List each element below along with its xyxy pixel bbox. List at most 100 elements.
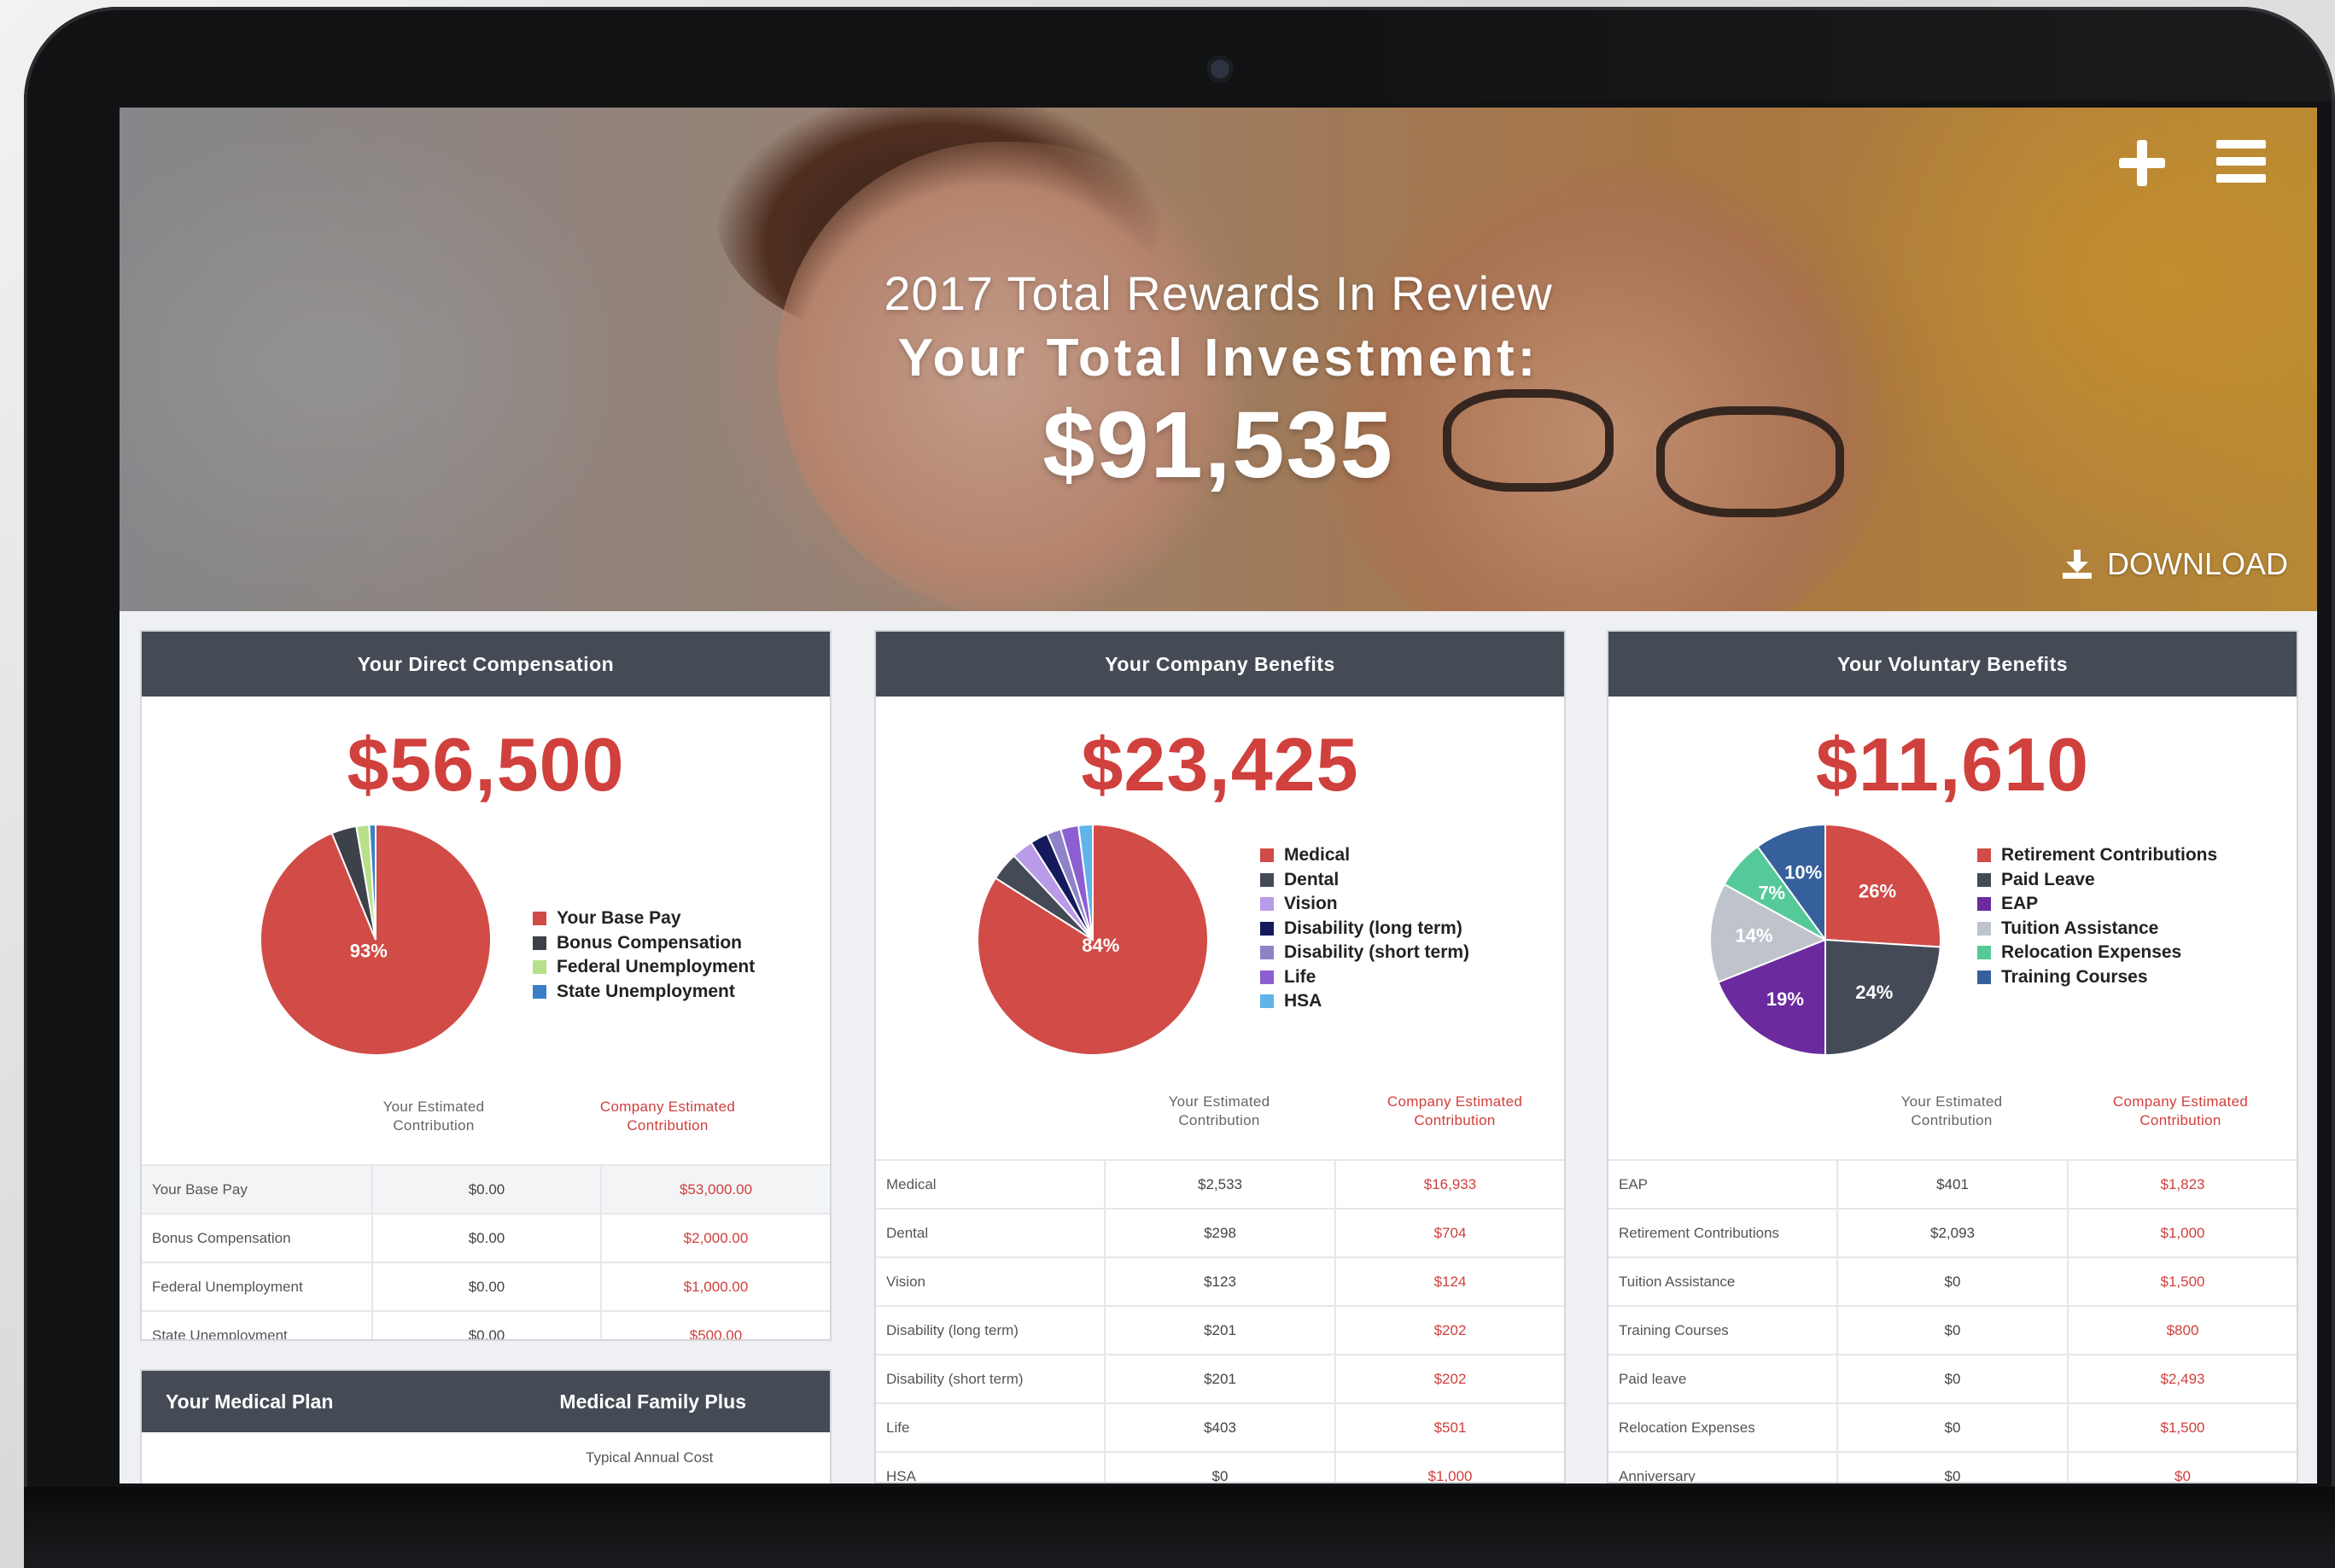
legend-item-eap: EAP: [1977, 892, 2217, 917]
legend-item-federal-unemployment: Federal Unemployment: [533, 955, 755, 980]
chart-area: 93% Your Base Pay Bonus Compensation Feder…: [142, 816, 830, 1064]
row-label: Disability (short term): [876, 1354, 1105, 1403]
bezel-reflection: [1311, 7, 2335, 101]
table-row: Tuition Assistance $0 $1,500: [1608, 1256, 2297, 1306]
legend-swatch: [533, 984, 546, 999]
company-contribution-value: $704: [1334, 1208, 1564, 1257]
legend-item-relocation-expenses: Relocation Expenses: [1977, 941, 2217, 965]
direct-compensation-card: Your Direct Compensation $56,500 93% You…: [140, 630, 832, 1341]
medical-plan-title: Your Medical Plan: [166, 1390, 334, 1413]
table-row: Training Courses $0 $800: [1608, 1305, 2297, 1355]
download-label: DOWNLOAD: [2106, 546, 2288, 581]
legend-swatch: [1260, 848, 1274, 863]
your-contribution-value: $401: [1836, 1159, 2068, 1209]
voluntary-benefits-table: EAP $401 $1,823 Retirement Contributions $2,…: [1608, 1159, 2297, 1482]
company-contribution-value: $2,000.00: [600, 1213, 830, 1262]
legend-swatch: [1260, 970, 1274, 984]
legend-item-your-base-pay: Your Base Pay: [533, 906, 755, 931]
legend-item-disability-long-term: Disability (long term): [1260, 917, 1469, 941]
plus-icon[interactable]: [2119, 140, 2165, 186]
legend-swatch: [1977, 970, 1991, 984]
row-label: HSA: [876, 1451, 1105, 1482]
legend-label: Federal Unemployment: [557, 957, 756, 976]
company-contribution-value: $1,000: [1334, 1451, 1564, 1482]
your-contribution-header: Your Estimated Contribution: [382, 1099, 485, 1134]
company-contribution-value: $53,000.00: [600, 1164, 830, 1214]
legend-label: Your Base Pay: [557, 908, 681, 928]
row-label: Bonus Compensation: [142, 1213, 372, 1262]
download-button[interactable]: DOWNLOAD: [2062, 546, 2288, 582]
chart-legend: Retirement Contributions Paid Leave EAP Tui…: [1977, 843, 2217, 989]
your-contribution-value: $201: [1104, 1354, 1335, 1403]
table-row: Disability (long term) $201 $202: [876, 1305, 1564, 1355]
table-row: Your Base Pay $0.00 $53,000.00: [142, 1164, 830, 1214]
legend-item-paid-leave: Paid Leave: [1977, 868, 2217, 893]
voluntary-benefits-card: Your Voluntary Benefits $11,610 26% 24% 19…: [1607, 630, 2298, 1483]
total-investment-amount: $91,535: [1042, 393, 1394, 498]
company-contribution-value: $1,500: [2067, 1256, 2297, 1306]
medical-plan-header: Your Medical Plan Medical Family Plus: [142, 1371, 830, 1432]
legend-label: Paid Leave: [2001, 869, 2095, 889]
your-contribution-value: $2,533: [1104, 1159, 1335, 1209]
legend-swatch: [1977, 921, 1991, 936]
company-contribution-value: $124: [1334, 1256, 1564, 1306]
direct-compensation-table: Your Base Pay $0.00 $53,000.00 Bonus Compen…: [142, 1164, 830, 1339]
table-row: Paid leave $0 $2,493: [1608, 1354, 2297, 1403]
legend-label: Disability (long term): [1284, 918, 1462, 938]
legend-swatch: [1260, 897, 1274, 912]
legend-swatch: [1260, 921, 1274, 936]
legend-swatch: [1977, 872, 1991, 887]
legend-label: Relocation Expenses: [2001, 942, 2182, 962]
legend-label: Disability (short term): [1284, 942, 1470, 962]
table-row: Dental $298 $704: [876, 1208, 1564, 1257]
row-label: Anniversary: [1608, 1451, 1837, 1482]
table-row: Disability (short term) $201 $202: [876, 1354, 1564, 1403]
download-icon: [2062, 550, 2092, 579]
legend-swatch: [1260, 946, 1274, 960]
row-label: Paid leave: [1608, 1354, 1837, 1403]
table-row: Life $403 $501: [876, 1402, 1564, 1452]
legend-swatch: [1977, 946, 1991, 960]
company-benefits-card: Your Company Benefits $23,425 84% Medica…: [874, 630, 1566, 1483]
row-label: Training Courses: [1608, 1305, 1837, 1355]
your-contribution-value: $403: [1104, 1402, 1335, 1452]
chart-area: 84% Medical Dental Vision Disability (long …: [876, 816, 1564, 1064]
your-contribution-value: $0: [1836, 1305, 2068, 1355]
legend-label: Retirement Contributions: [2001, 845, 2218, 865]
row-label: Your Base Pay: [142, 1164, 372, 1214]
legend-label: Tuition Assistance: [2001, 918, 2159, 938]
row-label: Vision: [876, 1256, 1105, 1306]
table-row: Medical $2,533 $16,933: [876, 1159, 1564, 1209]
your-contribution-header: Your Estimated Contribution: [1168, 1093, 1270, 1128]
chart-area: 26% 24% 19% 14% 7% 10% Retirement Contributio…: [1608, 816, 2297, 1064]
your-contribution-value: $123: [1104, 1256, 1335, 1306]
legend-item-disability-short-term: Disability (short term): [1260, 941, 1469, 965]
screen: 2017 Total Rewards In Review Your Total …: [120, 108, 2317, 1483]
legend-label: Medical: [1284, 845, 1351, 865]
row-label: Tuition Assistance: [1608, 1256, 1837, 1306]
column-headers: Your Estimated Contribution Company Estim…: [1608, 1064, 2297, 1159]
legend-item-life: Life: [1260, 965, 1469, 990]
legend-label: Dental: [1284, 869, 1340, 889]
company-contribution-header: Company Estimated Contribution: [1386, 1093, 1523, 1128]
table-row: EAP $401 $1,823: [1608, 1159, 2297, 1209]
company-contribution-value: $1,000: [2067, 1208, 2297, 1257]
legend-swatch: [1977, 897, 1991, 912]
legend-swatch: [1260, 872, 1274, 887]
legend-swatch: [1260, 994, 1274, 1009]
legend-item-bonus-compensation: Bonus Compensation: [533, 931, 755, 956]
legend-item-retirement-contributions: Retirement Contributions: [1977, 843, 2217, 868]
your-contribution-value: $0: [1836, 1451, 2068, 1482]
legend-item-state-unemployment: State Unemployment: [533, 980, 755, 1005]
hamburger-menu-icon[interactable]: [2216, 140, 2266, 183]
table-row: Retirement Contributions $2,093 $1,000: [1608, 1208, 2297, 1257]
company-contribution-value: $500.00: [600, 1310, 830, 1339]
legend-label: Bonus Compensation: [557, 932, 743, 953]
legend-label: HSA: [1284, 991, 1322, 1011]
laptop-bezel-bottom: [24, 1487, 2335, 1568]
your-contribution-value: $0.00: [371, 1262, 601, 1311]
company-contribution-value: $0: [2067, 1451, 2297, 1482]
column-headers: Your Estimated Contribution Company Estim…: [142, 1064, 830, 1164]
table-row: Relocation Expenses $0 $1,500: [1608, 1402, 2297, 1452]
pie-slice-label: 93%: [350, 940, 388, 961]
